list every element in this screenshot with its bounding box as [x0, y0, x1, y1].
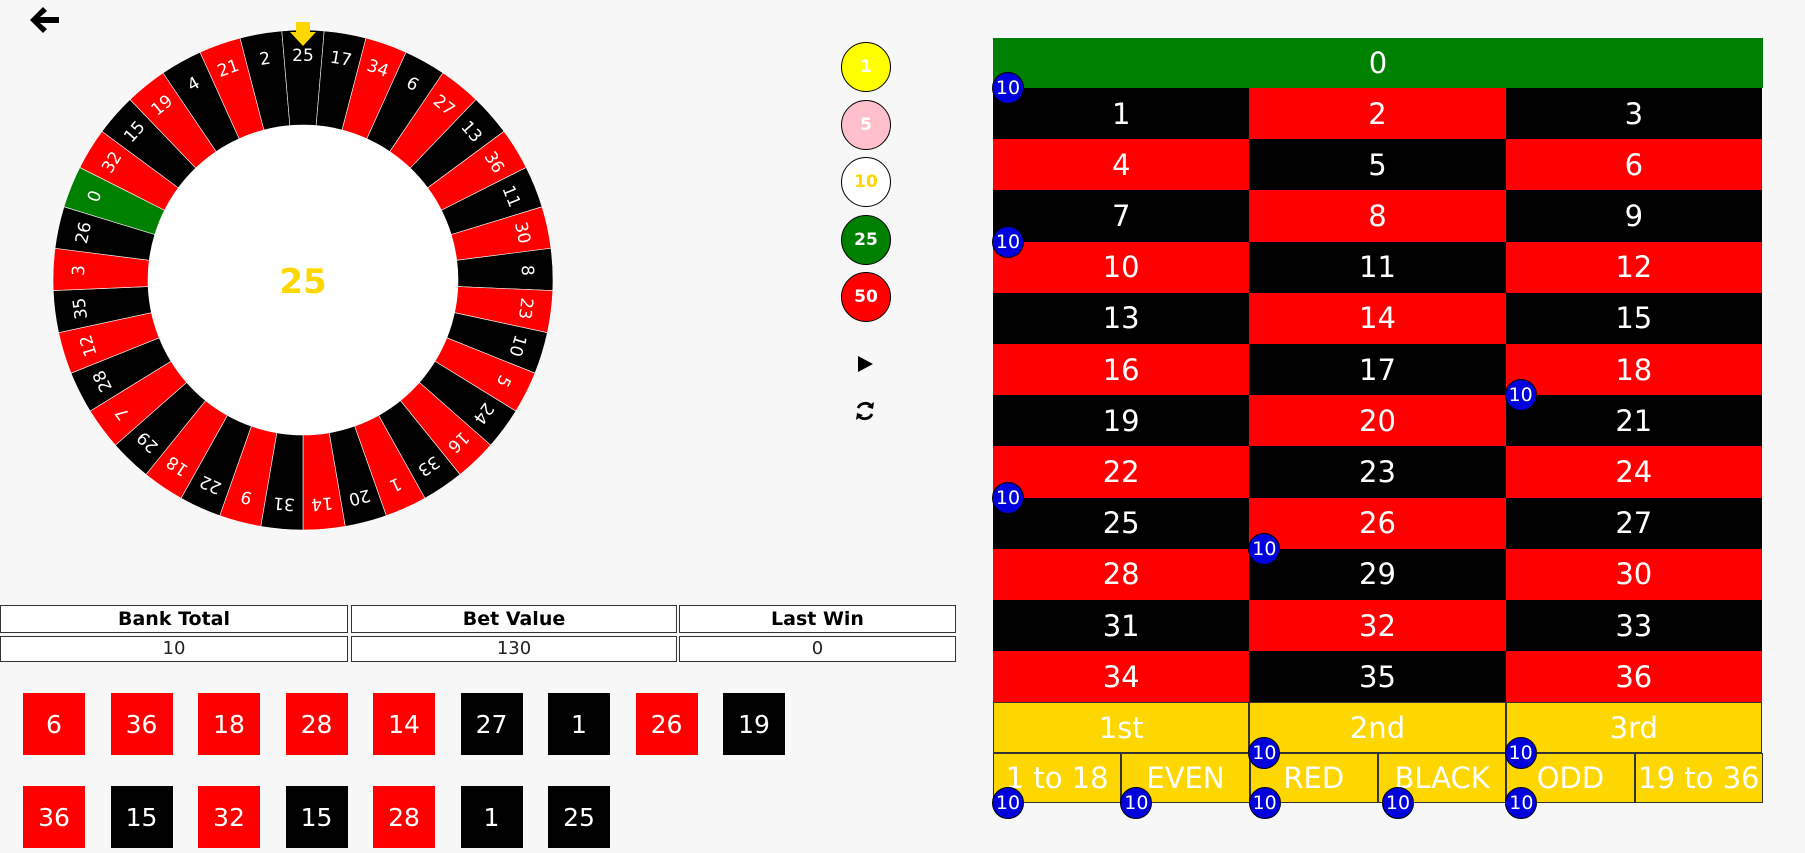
bet-cell-29[interactable]: 29	[1249, 548, 1506, 600]
bet-value-value: 130	[351, 636, 677, 662]
bet-cell-13[interactable]: 13	[993, 292, 1250, 344]
placed-bet-chip[interactable]: 10	[1120, 787, 1153, 820]
chip-5[interactable]: 5	[841, 99, 891, 150]
history-number: 25	[548, 786, 610, 848]
bet-cell-36[interactable]: 36	[1505, 651, 1762, 703]
wheel-pocket-number: 25	[292, 46, 314, 66]
history-number: 28	[373, 786, 435, 848]
wheel-pocket-number: 8	[517, 265, 537, 277]
placed-bet-chip[interactable]: 10	[1504, 379, 1537, 412]
bet-cell-4[interactable]: 4	[993, 139, 1250, 191]
placed-bet-chip[interactable]: 10	[1248, 787, 1281, 820]
bet-cell-21[interactable]: 21	[1505, 395, 1762, 447]
bet-cell-0[interactable]: 0	[993, 38, 1763, 88]
history-number: 1	[460, 786, 523, 848]
bet-cell-27[interactable]: 27	[1505, 497, 1762, 549]
bet-cell-18[interactable]: 18	[1505, 344, 1762, 396]
bet-cell-3[interactable]: 3	[1505, 88, 1762, 140]
wheel-pocket-number: 35	[70, 296, 93, 320]
bet-cell-9[interactable]: 9	[1505, 190, 1762, 242]
placed-bet-chip[interactable]: 10	[992, 225, 1024, 258]
last-win-value: 0	[679, 636, 956, 662]
placed-bet-chip[interactable]: 10	[1504, 737, 1537, 770]
bet-cell-31[interactable]: 31	[993, 600, 1250, 652]
bet-cell-33[interactable]: 33	[1505, 600, 1762, 652]
bet-cell-2[interactable]: 2	[1249, 88, 1506, 140]
bet-cell-19[interactable]: 19	[993, 395, 1250, 447]
winning-number: 25	[279, 262, 326, 302]
chip-25[interactable]: 25	[841, 214, 891, 265]
chip-1[interactable]: 1	[841, 42, 891, 92]
bet-cell-7[interactable]: 7	[993, 190, 1250, 242]
history-number: 18	[198, 693, 260, 755]
history-number: 14	[373, 693, 435, 755]
wheel-pocket-number: 3	[69, 265, 89, 277]
bet-cell-30[interactable]: 30	[1505, 548, 1762, 600]
bet-cell-19-to-36[interactable]: 19 to 36	[1634, 753, 1763, 804]
bank-total-label: Bank Total	[0, 605, 348, 633]
bet-cell-22[interactable]: 22	[993, 446, 1250, 498]
chip-50[interactable]: 50	[841, 272, 891, 322]
bet-cell-24[interactable]: 24	[1505, 446, 1762, 498]
wheel-pocket-number: 14	[310, 492, 333, 514]
bet-cell-dozen-3rd[interactable]: 3rd	[1505, 702, 1762, 754]
bet-cell-28[interactable]: 28	[993, 548, 1250, 600]
history-number: 15	[285, 786, 348, 848]
bet-cell-35[interactable]: 35	[1249, 651, 1506, 703]
play-icon[interactable]	[855, 354, 875, 374]
placed-bet-chip[interactable]: 10	[992, 481, 1024, 514]
wheel-pocket-number: 17	[329, 48, 354, 71]
last-win-label: Last Win	[679, 605, 956, 633]
placed-bet-chip[interactable]: 10	[992, 72, 1024, 104]
history-number: 15	[110, 786, 173, 848]
bet-cell-12[interactable]: 12	[1505, 241, 1762, 293]
bet-cell-20[interactable]: 20	[1249, 395, 1506, 447]
bet-cell-11[interactable]: 11	[1249, 241, 1506, 293]
wheel-pocket-number: 31	[272, 492, 295, 514]
bet-cell-10[interactable]: 10	[993, 241, 1250, 293]
bet-cell-8[interactable]: 8	[1249, 190, 1506, 242]
bet-value-label: Bet Value	[351, 605, 677, 633]
bet-cell-6[interactable]: 6	[1505, 139, 1762, 191]
bet-cell-23[interactable]: 23	[1249, 446, 1506, 498]
history-number: 32	[198, 786, 260, 848]
roulette-wheel: 0321519421 2 25 17 3462713361130823105241633…	[52, 22, 554, 531]
refresh-icon[interactable]	[853, 399, 877, 423]
wheel-pocket-number: 23	[514, 296, 537, 320]
history-number: 6	[23, 693, 85, 755]
history-number: 1	[548, 693, 610, 755]
chip-10[interactable]: 10	[841, 157, 891, 207]
bet-cell-26[interactable]: 26	[1249, 497, 1506, 549]
bet-cell-25[interactable]: 25	[993, 497, 1250, 549]
bank-total-value: 10	[0, 636, 348, 662]
bet-cell-34[interactable]: 34	[993, 651, 1250, 703]
placed-bet-chip[interactable]: 10	[1248, 532, 1281, 565]
placed-bet-chip[interactable]: 10	[1505, 787, 1538, 820]
history-number: 36	[23, 786, 85, 848]
bet-cell-1[interactable]: 1	[993, 88, 1250, 140]
history-number: 19	[723, 693, 785, 755]
bet-cell-5[interactable]: 5	[1249, 139, 1506, 191]
bet-cell-15[interactable]: 15	[1505, 292, 1762, 344]
bet-cell-17[interactable]: 17	[1249, 344, 1506, 396]
bet-cell-16[interactable]: 16	[993, 344, 1250, 396]
bet-cell-dozen-1st[interactable]: 1st	[993, 702, 1250, 754]
history-number: 27	[460, 693, 523, 755]
history-number: 26	[635, 693, 698, 755]
bet-cell-dozen-2nd[interactable]: 2nd	[1249, 702, 1506, 754]
placed-bet-chip[interactable]: 10	[992, 787, 1024, 820]
placed-bet-chip[interactable]: 10	[1382, 787, 1414, 820]
bet-cell-32[interactable]: 32	[1249, 600, 1506, 652]
history-number: 36	[110, 693, 173, 755]
bet-cell-14[interactable]: 14	[1249, 292, 1506, 344]
history-number: 28	[285, 693, 348, 755]
